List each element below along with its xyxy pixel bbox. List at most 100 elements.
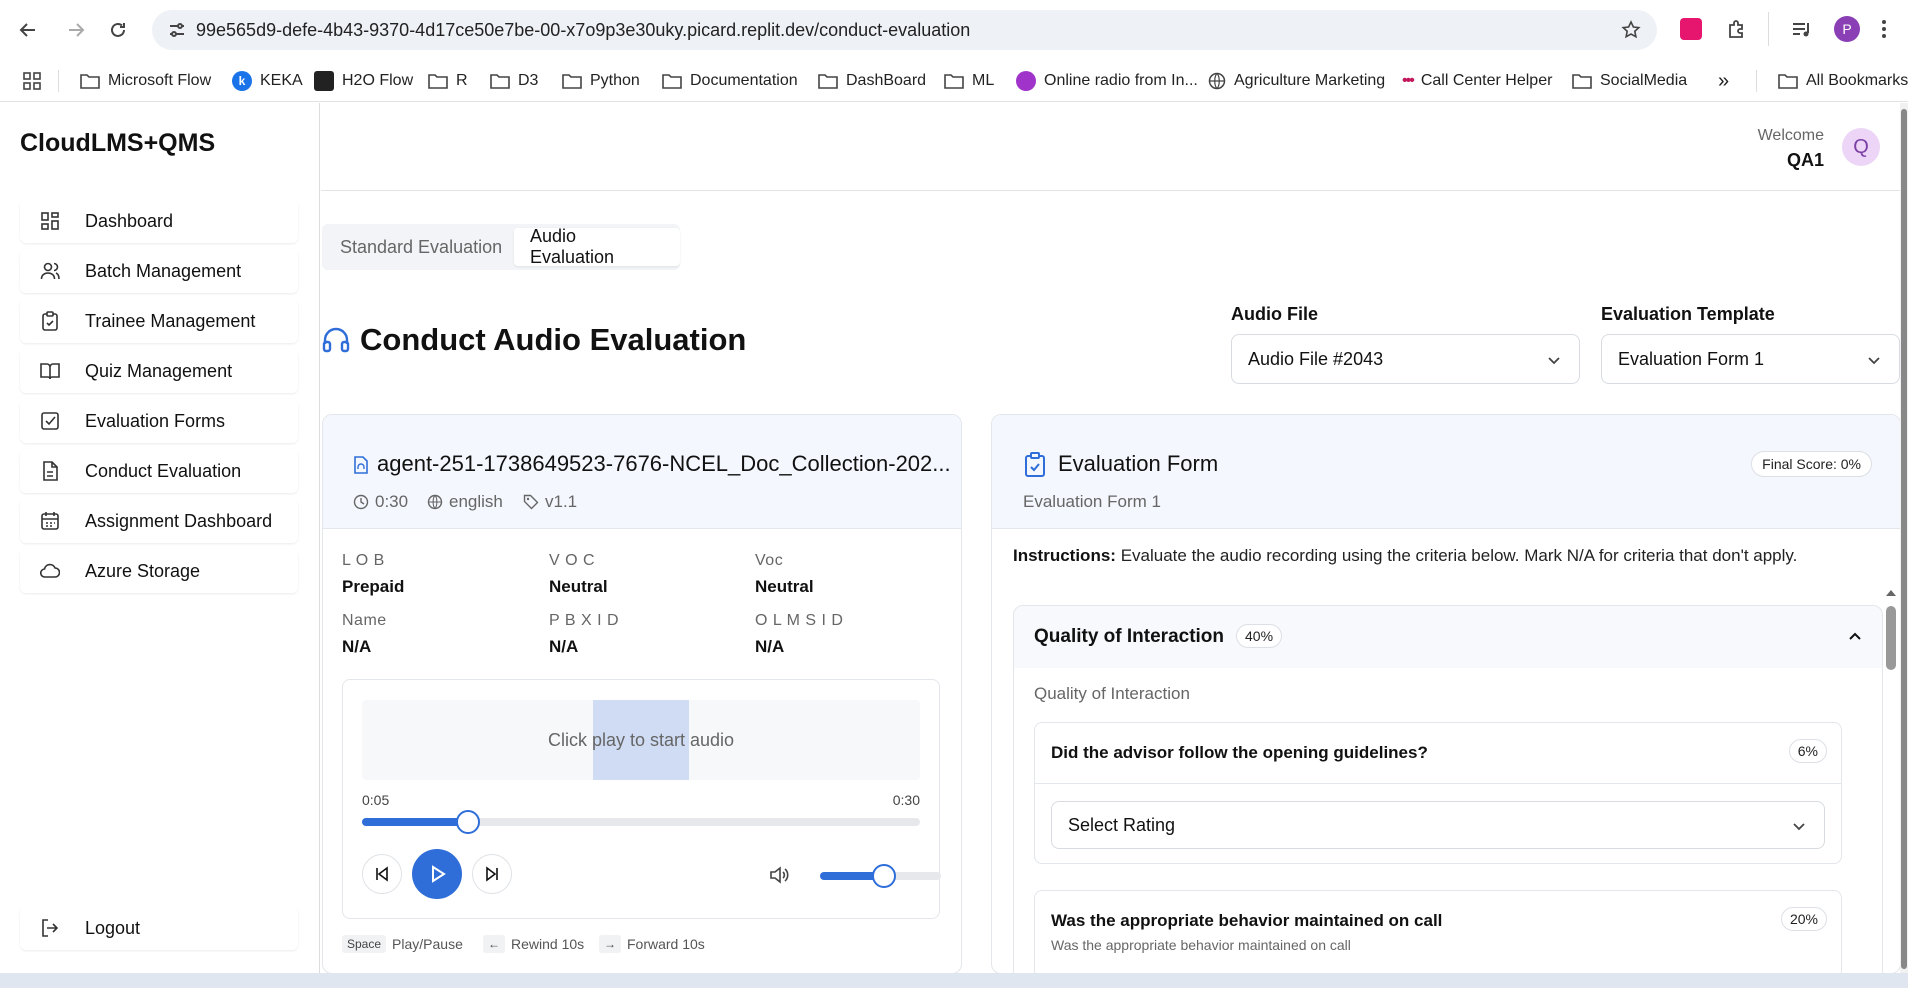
version-meta: v1.1 xyxy=(523,492,577,512)
star-icon[interactable] xyxy=(1621,20,1641,40)
seek-slider[interactable] xyxy=(362,810,920,834)
app-logo: CloudLMS+QMS xyxy=(20,129,216,157)
name-label: Name xyxy=(342,612,387,629)
sidebar-item-dashboard[interactable]: Dashboard xyxy=(20,199,298,243)
audio-player: Click play to start audio 0:05 0:30 xyxy=(342,679,941,919)
address-bar[interactable]: 99e565d9-defe-4b43-9370-4d17ce50e7be-00-… xyxy=(152,10,1657,50)
sidebar-item-batch-management[interactable]: Batch Management xyxy=(20,249,298,293)
bookmark-item[interactable]: ••• Call Center Helper xyxy=(1402,68,1552,94)
template-value: Evaluation Form 1 xyxy=(1618,349,1765,369)
section-subtitle: Quality of Interaction xyxy=(1034,684,1190,703)
username: QA1 xyxy=(1786,150,1824,170)
bookmark-item[interactable]: H2O Flow xyxy=(314,68,413,94)
bookmark-item[interactable]: D3 xyxy=(490,68,538,94)
shortcut-key: ← xyxy=(483,935,505,953)
folder-icon xyxy=(80,74,100,89)
back-button[interactable] xyxy=(14,16,42,44)
waveform-area[interactable]: Click play to start audio xyxy=(362,700,920,780)
file-icon xyxy=(43,461,58,481)
sidebar-item-azure-storage[interactable]: Azure Storage xyxy=(20,549,298,593)
sidebar-item-evaluation-forms[interactable]: Evaluation Forms xyxy=(20,399,298,443)
welcome-text: Welcome xyxy=(1757,127,1824,144)
page-scrollbar-thumb[interactable] xyxy=(1901,109,1907,969)
call-center-icon: ••• xyxy=(1402,72,1415,89)
question-text: Did the advisor follow the opening guide… xyxy=(1051,743,1428,762)
bookmark-item[interactable]: k KEKA xyxy=(232,68,303,94)
extension-icon[interactable] xyxy=(1680,18,1702,40)
audio-card-header: agent-251-1738649523-7676-NCEL_Doc_Colle… xyxy=(323,415,961,529)
volume-thumb[interactable] xyxy=(872,864,897,888)
bookmark-item[interactable]: Online radio from In... xyxy=(1016,68,1198,94)
all-bookmarks-button[interactable]: All Bookmarks xyxy=(1778,68,1908,94)
forward-button[interactable] xyxy=(62,16,90,44)
question-text: Was the appropriate behavior maintained … xyxy=(1051,911,1443,930)
shortcut-rewind: ← Rewind 10s xyxy=(483,935,584,953)
bookmark-item[interactable]: SocialMedia xyxy=(1572,68,1687,94)
skip-back-button[interactable] xyxy=(362,854,402,894)
pbxid-value: N/A xyxy=(549,637,579,656)
avatar[interactable]: Q xyxy=(1842,128,1880,166)
menu-dots-icon[interactable] xyxy=(1880,18,1888,40)
rating-select[interactable]: Select Rating xyxy=(1051,801,1825,849)
media-control-icon[interactable] xyxy=(1790,18,1812,40)
seek-thumb[interactable] xyxy=(456,810,481,834)
folder-icon xyxy=(562,74,582,89)
chevron-down-icon xyxy=(1793,823,1805,831)
os-taskbar xyxy=(0,973,1908,988)
volume-slider[interactable] xyxy=(820,864,941,888)
sidebar-item-quiz-management[interactable]: Quiz Management xyxy=(20,349,298,393)
scrollbar-thumb[interactable] xyxy=(1886,606,1896,670)
clipboard-check-icon xyxy=(1025,452,1045,477)
chevron-up-icon[interactable] xyxy=(1846,628,1864,646)
template-select[interactable]: Evaluation Form 1 xyxy=(1601,334,1900,384)
bookmark-item[interactable]: ML xyxy=(944,68,994,94)
puzzle-icon[interactable] xyxy=(1726,18,1748,40)
page-scrollbar[interactable] xyxy=(1900,103,1908,973)
sidebar-item-label: Trainee Management xyxy=(85,310,256,331)
evaluation-title: Evaluation Form xyxy=(1058,451,1219,476)
question-weight-badge: 6% xyxy=(1788,739,1827,763)
profile-avatar[interactable]: P xyxy=(1834,16,1860,42)
logout-button[interactable]: Logout xyxy=(20,906,298,950)
evaluation-header: Evaluation Form Evaluation Form 1 Final … xyxy=(992,415,1900,529)
url-text: 99e565d9-defe-4b43-9370-4d17ce50e7be-00-… xyxy=(196,20,971,40)
bookmark-item[interactable]: Documentation xyxy=(662,68,798,94)
shortcut-label: Forward 10s xyxy=(627,936,705,952)
instructions: Instructions: Evaluate the audio recordi… xyxy=(1013,546,1797,566)
play-button[interactable] xyxy=(412,849,462,899)
bookmark-item[interactable]: Agriculture Marketing xyxy=(1208,68,1385,94)
bookmark-item[interactable]: DashBoard xyxy=(818,68,926,94)
site-settings-icon[interactable] xyxy=(168,21,186,39)
skip-forward-icon xyxy=(486,866,498,882)
tab-audio-evaluation[interactable]: Audio Evaluation xyxy=(514,226,680,267)
language-meta: english xyxy=(427,492,503,512)
skip-forward-button[interactable] xyxy=(472,854,512,894)
tab-standard-evaluation[interactable]: Standard Evaluation xyxy=(324,228,518,266)
scroll-up-icon[interactable] xyxy=(1886,588,1896,596)
apps-grid-icon[interactable] xyxy=(22,71,42,91)
book-icon xyxy=(40,363,60,380)
folder-icon xyxy=(818,74,838,89)
reload-button[interactable] xyxy=(104,16,132,44)
cloud-icon xyxy=(40,563,60,578)
bookmark-item[interactable]: Python xyxy=(562,68,640,94)
sidebar-item-assignment-dashboard[interactable]: Assignment Dashboard xyxy=(20,499,298,543)
scrollbar[interactable] xyxy=(1884,580,1898,974)
shortcut-play: Space Play/Pause xyxy=(342,935,463,953)
sidebar-item-trainee-management[interactable]: Trainee Management xyxy=(20,299,298,343)
volume-icon[interactable] xyxy=(769,866,789,884)
more-bookmarks-button[interactable]: » xyxy=(1718,68,1729,94)
audio-file-select[interactable]: Audio File #2043 xyxy=(1231,334,1580,384)
h2o-icon xyxy=(314,71,334,91)
chevron-down-icon xyxy=(1548,357,1560,365)
bookmark-item[interactable]: Microsoft Flow xyxy=(80,68,211,94)
headphones-icon xyxy=(322,327,350,353)
file-audio-icon xyxy=(354,456,368,474)
sidebar-item-label: Batch Management xyxy=(85,260,242,281)
sidebar-item-conduct-evaluation[interactable]: Conduct Evaluation xyxy=(20,449,298,493)
section-header[interactable]: Quality of Interaction 40% xyxy=(1014,606,1882,668)
bookmark-item[interactable]: R xyxy=(428,68,468,94)
reload-icon xyxy=(111,22,125,37)
voc-alt-label: Voc xyxy=(755,552,784,569)
bookmark-divider xyxy=(1756,70,1757,92)
